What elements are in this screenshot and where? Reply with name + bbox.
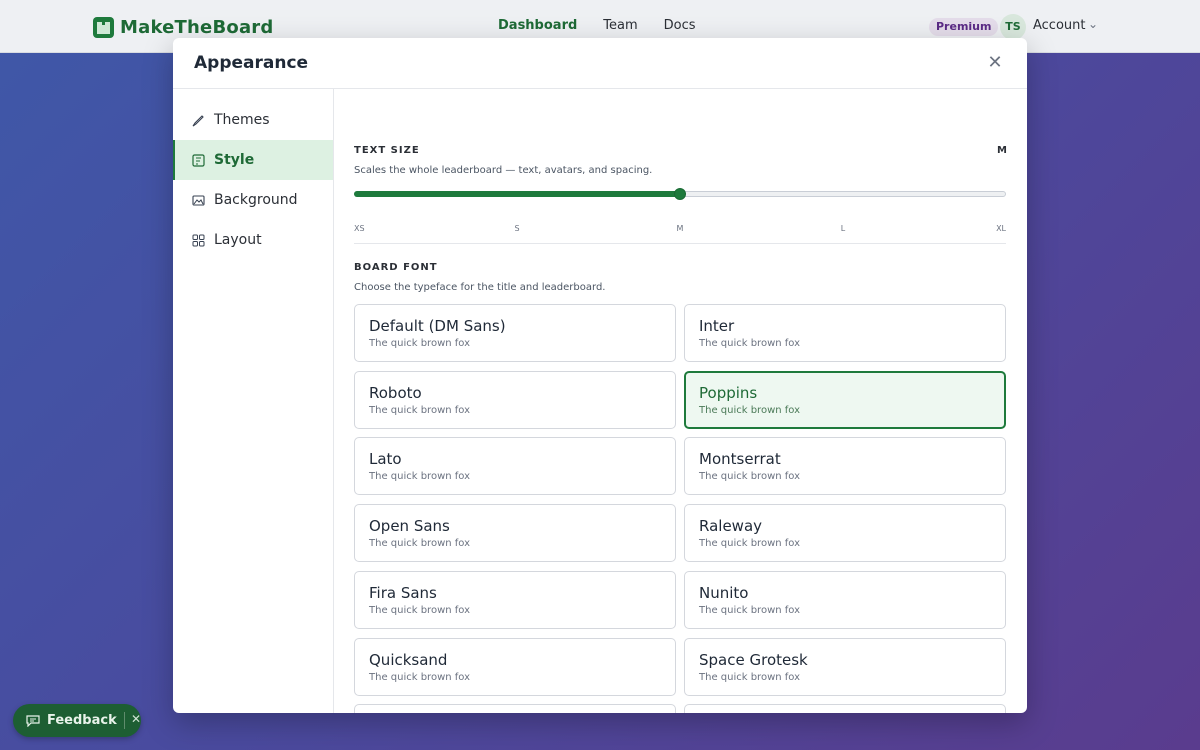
font-option-name: Nunito [699, 583, 749, 602]
nav-link-docs[interactable]: Docs [664, 18, 696, 33]
brand-logo-icon [93, 16, 114, 38]
feedback-divider [124, 712, 125, 729]
font-option-montserrat[interactable]: Montserrat The quick brown fox [684, 437, 1006, 496]
sidebar-item-label: Style [214, 152, 255, 168]
font-option-name: Space Grotesk [699, 650, 808, 669]
font-option-open-sans[interactable]: Open Sans The quick brown fox [354, 504, 676, 563]
font-option-space-grotesk[interactable]: Space Grotesk The quick brown fox [684, 637, 1006, 696]
font-option-sample: The quick brown fox [699, 671, 801, 683]
font-option-default-dm-sans[interactable]: Default (DM Sans) The quick brown fox [354, 304, 676, 362]
font-option-nunito[interactable]: Nunito The quick brown fox [684, 570, 1006, 629]
premium-badge: Premium [929, 18, 999, 36]
font-option-sample: The quick brown fox [369, 671, 471, 683]
font-option-quicksand[interactable]: Quicksand The quick brown fox [354, 637, 676, 696]
modal-title: Appearance [194, 53, 309, 73]
nav-link-dashboard[interactable]: Dashboard [498, 18, 577, 33]
font-option-name: Roboto [369, 383, 422, 402]
slider-tick-s[interactable]: S [514, 224, 519, 233]
nav-link-team[interactable]: Team [603, 18, 637, 33]
style-icon [192, 153, 205, 167]
font-option-lato[interactable]: Lato The quick brown fox [354, 437, 676, 496]
appearance-content: TEXT SIZE M Scales the whole leaderboard… [334, 89, 1027, 713]
image-icon [192, 194, 205, 207]
font-option-oswald[interactable]: OswaldThe quick brown fox [684, 704, 1006, 713]
font-option-bebas-neue[interactable]: Bebas NeueThe quick brown fox [354, 704, 676, 713]
slider-tick-xs[interactable]: XS [354, 224, 365, 233]
font-option-inter[interactable]: Inter The quick brown fox [684, 304, 1006, 362]
font-option-sample: The quick brown fox [369, 538, 471, 550]
slider-tick-xl[interactable]: XL [996, 224, 1006, 233]
font-option-name: Fira Sans [369, 583, 437, 602]
feedback-label: Feedback [47, 713, 117, 728]
font-option-name: Lato [369, 450, 402, 469]
text-size-value: M [997, 145, 1007, 156]
grid-icon [192, 234, 205, 247]
sidebar-item-layout[interactable]: Layout [173, 220, 333, 260]
nav-links: Dashboard Team Docs [498, 18, 696, 33]
sidebar-item-background[interactable]: Background [173, 180, 333, 220]
section-divider [354, 243, 1006, 244]
avatar[interactable]: TS [1000, 14, 1026, 40]
appearance-modal: Appearance ✕ Themes Style Background Lay… [173, 38, 1027, 713]
font-option-name: Inter [699, 317, 735, 335]
font-option-name: Montserrat [699, 450, 781, 469]
appearance-sidebar: Themes Style Background Layout [173, 89, 334, 713]
font-option-sample: The quick brown fox [369, 604, 471, 616]
font-option-raleway[interactable]: Raleway The quick brown fox [684, 504, 1006, 563]
font-option-sample: The quick brown fox [699, 338, 801, 349]
brand-name: MakeTheBoard [120, 16, 274, 38]
close-icon[interactable]: ✕ [985, 53, 1005, 73]
font-option-sample: The quick brown fox [369, 471, 471, 483]
font-option-sample: The quick brown fox [699, 471, 801, 483]
font-option-sample: The quick brown fox [369, 404, 471, 416]
font-option-name: Open Sans [369, 517, 450, 536]
board-font-description: Choose the typeface for the title and le… [354, 282, 606, 293]
chevron-down-icon[interactable]: ⌄ [1088, 17, 1098, 31]
font-option-fira-sans[interactable]: Fira Sans The quick brown fox [354, 570, 676, 629]
feedback-button[interactable]: Feedback ✕ [13, 704, 141, 737]
account-menu-label[interactable]: Account [1033, 18, 1086, 33]
brand-link[interactable]: MakeTheBoard [93, 16, 273, 38]
font-option-poppins[interactable]: Poppins The quick brown fox [684, 370, 1006, 429]
font-option-sample: The quick brown fox [369, 338, 471, 349]
font-option-sample: The quick brown fox [699, 538, 801, 550]
modal-header: Appearance ✕ [173, 38, 1027, 89]
font-option-name: Poppins [699, 383, 758, 402]
sidebar-item-label: Layout [214, 232, 262, 248]
chat-icon [26, 714, 40, 727]
board-font-label: BOARD FONT [354, 262, 438, 273]
font-option-roboto[interactable]: Roboto The quick brown fox [354, 370, 676, 429]
slider-thumb[interactable] [674, 188, 686, 200]
slider-fill [354, 191, 680, 197]
slider-tick-m[interactable]: M [677, 224, 684, 233]
sidebar-item-themes[interactable]: Themes [173, 100, 333, 140]
slider-tick-l[interactable]: L [841, 224, 845, 233]
text-size-description: Scales the whole leaderboard — text, ava… [354, 165, 653, 176]
font-option-name: Quicksand [369, 650, 448, 669]
font-option-name: Default (DM Sans) [369, 317, 506, 335]
text-size-slider[interactable] [354, 188, 1006, 200]
sidebar-item-style[interactable]: Style [173, 140, 333, 180]
font-option-sample: The quick brown fox [699, 404, 801, 416]
brush-icon [192, 114, 205, 127]
close-icon[interactable]: ✕ [131, 712, 141, 726]
sidebar-item-label: Themes [214, 112, 270, 128]
font-option-sample: The quick brown fox [699, 604, 801, 616]
text-size-label: TEXT SIZE [354, 145, 420, 156]
sidebar-item-label: Background [214, 192, 298, 208]
font-option-name: Raleway [699, 517, 763, 536]
